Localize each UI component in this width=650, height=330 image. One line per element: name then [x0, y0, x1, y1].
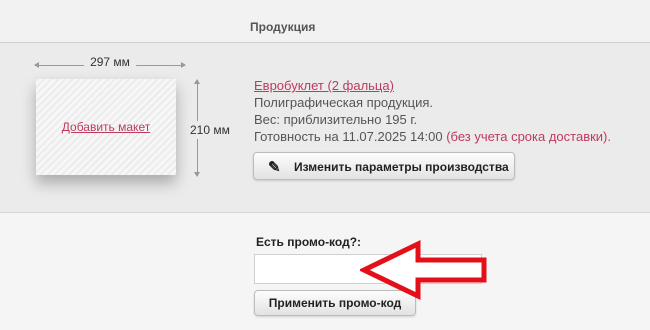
maket-preview: Добавить макет [36, 79, 176, 175]
arrow-up-icon [194, 79, 200, 84]
promo-code-label: Есть промо-код?: [256, 235, 362, 249]
product-name-link[interactable]: Евробуклет (2 фальца) [254, 78, 394, 93]
readiness-suffix: . [607, 129, 612, 144]
width-label: 297 мм [84, 55, 136, 69]
product-category: Полиграфическая продукция. [254, 95, 433, 110]
readiness-note: (без учета срока доставки) [446, 129, 608, 144]
pencil-icon: ✎ [268, 159, 281, 176]
section-title: Продукция [250, 20, 316, 34]
width-dimension: 297 мм [34, 55, 186, 70]
product-info: Евробуклет (2 фальца) Полиграфическая пр… [254, 77, 611, 145]
arrow-left-icon [34, 62, 39, 68]
red-arrow-annotation-icon [360, 240, 487, 300]
change-parameters-button[interactable]: ✎ Изменить параметры производства [253, 152, 515, 180]
height-label: 210 мм [190, 121, 230, 139]
arrow-right-icon [181, 62, 186, 68]
product-weight: Вес: приблизительно 195 г. [254, 112, 418, 127]
product-readiness: Готовность на 11.07.2025 14:00 (без учет… [254, 128, 611, 145]
arrow-down-icon [194, 172, 200, 177]
add-maket-link[interactable]: Добавить макет [36, 120, 176, 134]
readiness-date: Готовность на 11.07.2025 14:00 [254, 129, 443, 144]
section-header: Продукция [0, 0, 650, 43]
change-parameters-label: Изменить параметры производства [294, 160, 509, 174]
